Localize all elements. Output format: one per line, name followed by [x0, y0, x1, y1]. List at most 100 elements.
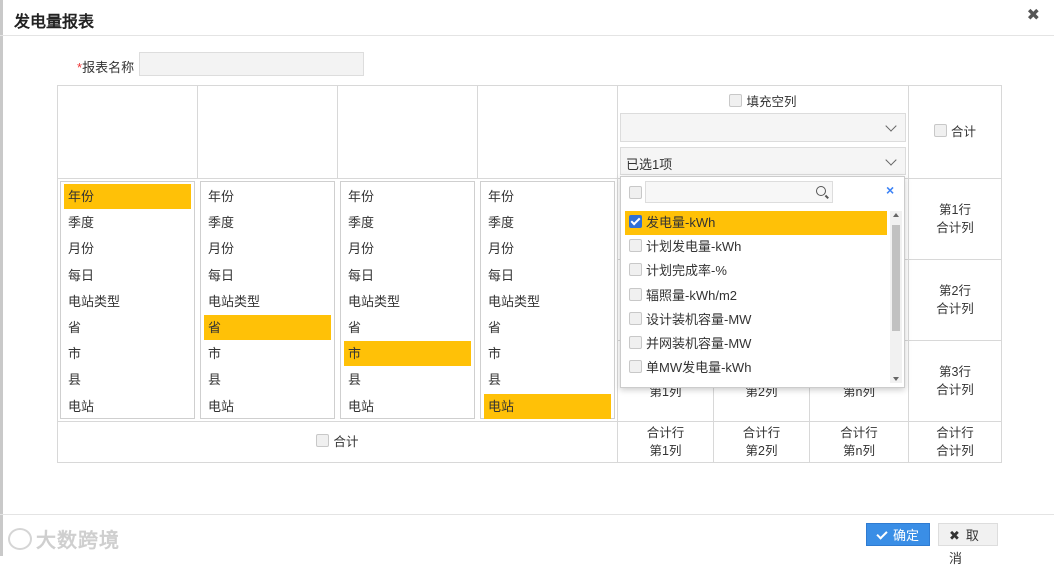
dropdown-option[interactable]: 辐照量-kWh/m2: [625, 284, 887, 308]
list-item[interactable]: 每日: [484, 263, 611, 288]
report-name-label: *报表名称: [77, 60, 135, 75]
option-checkbox[interactable]: [629, 215, 642, 228]
list-item[interactable]: 省: [484, 315, 611, 340]
list-item[interactable]: 县: [484, 367, 611, 392]
list-item[interactable]: 电站: [484, 393, 611, 419]
dropdown-option[interactable]: 并网装机容量-MW: [625, 332, 887, 356]
total-header-cell: 合计: [908, 85, 1002, 179]
option-checkbox[interactable]: [629, 263, 642, 277]
option-label: 计划完成率-%: [646, 263, 727, 279]
dimension-list-4: 年份 季度 月份 每日 电站类型省市县电站: [480, 181, 615, 419]
option-checkbox[interactable]: [629, 336, 642, 349]
list-item[interactable]: 市: [344, 341, 471, 367]
fill-empty-option[interactable]: 填充空列: [618, 91, 908, 110]
list-item[interactable]: 市: [64, 341, 191, 366]
total-row-coln: 合计行 第n列: [809, 421, 909, 463]
dropdown-scrollbar[interactable]: [890, 211, 902, 383]
watermark-logo-icon: [8, 528, 32, 550]
list-item[interactable]: 省: [344, 315, 471, 340]
list-item[interactable]: 电站类型: [344, 289, 471, 314]
report-name-input[interactable]: [139, 52, 364, 76]
list-item[interactable]: 季度: [204, 210, 331, 235]
chevron-down-icon: [885, 154, 897, 166]
dropdown-option[interactable]: 发电量-kWh: [625, 211, 887, 235]
list-item[interactable]: 季度: [64, 210, 191, 235]
total-row-col1: 合计行 第1列: [617, 421, 714, 463]
cancel-button[interactable]: ✖ 取消: [938, 523, 998, 566]
dropdown-option[interactable]: 计划完成率-%: [625, 259, 887, 283]
option-label: 发电量-kWh: [646, 215, 716, 230]
metric-select-2[interactable]: 已选1项: [620, 147, 906, 175]
list-item[interactable]: 年份: [484, 184, 611, 209]
list-item[interactable]: 季度: [484, 210, 611, 235]
list-item[interactable]: 电站类型: [484, 289, 611, 314]
watermark: 大数跨境: [8, 524, 120, 553]
row2-total-cell: 第2行 合计列: [908, 259, 1002, 341]
total-checkbox[interactable]: [933, 124, 947, 137]
list-item[interactable]: 市: [484, 341, 611, 366]
scroll-up-icon[interactable]: [893, 213, 899, 217]
dialog-title: 发电量报表: [14, 14, 95, 31]
list-item[interactable]: 省: [64, 315, 191, 340]
option-label: 单MW发电量-kWh: [646, 360, 752, 376]
list-item[interactable]: 月份: [64, 236, 191, 261]
close-icon: ✖: [949, 528, 960, 543]
dropdown-option[interactable]: 单MW发电量-kWh: [625, 356, 887, 380]
total-row-total: 合计行 合计列: [908, 421, 1002, 463]
metric-select-1[interactable]: [620, 113, 906, 142]
list-item[interactable]: 月份: [344, 236, 471, 261]
list-item[interactable]: 县: [204, 367, 331, 392]
list-item[interactable]: 季度: [344, 210, 471, 235]
option-label: 并网装机容量-MW: [646, 336, 752, 351]
dropdown-option[interactable]: 设计装机容量-MW: [625, 308, 887, 332]
option-checkbox[interactable]: [629, 311, 642, 325]
ok-button[interactable]: 确定: [866, 523, 930, 546]
bottom-total-option[interactable]: 合计: [316, 433, 359, 451]
list-item[interactable]: 电站: [344, 394, 471, 419]
header-divider: [0, 35, 1054, 36]
dimension-list-3: 年份 季度 月份 每日 电站类型省市县电站: [340, 181, 475, 419]
row1-total-cell: 第1行 合计列: [908, 178, 1002, 260]
list-item[interactable]: 县: [64, 367, 191, 392]
check-icon: [876, 528, 888, 540]
option-checkbox[interactable]: [629, 239, 642, 253]
list-item[interactable]: 县: [344, 367, 471, 392]
list-item[interactable]: 月份: [204, 236, 331, 261]
close-icon[interactable]: ✖: [1027, 5, 1040, 25]
list-item[interactable]: 年份: [204, 184, 331, 209]
list-item[interactable]: 每日: [64, 263, 191, 288]
bottom-total-cell: 合计: [57, 421, 618, 463]
list-item[interactable]: 电站: [204, 394, 331, 419]
list-item[interactable]: 每日: [204, 263, 331, 288]
header-cell-2: [197, 85, 338, 179]
list-item[interactable]: 月份: [484, 236, 611, 261]
list-item[interactable]: 省: [204, 315, 331, 340]
select-all-checkbox[interactable]: [629, 186, 642, 199]
clear-icon[interactable]: ×: [886, 182, 894, 198]
option-checkbox[interactable]: [629, 287, 642, 301]
bottom-total-checkbox[interactable]: [316, 434, 330, 447]
option-label: 计划发电量-kWh: [646, 239, 742, 255]
total-option[interactable]: 合计: [933, 123, 976, 141]
option-checkbox[interactable]: [629, 360, 642, 374]
option-label: 辐照量-kWh/m2: [646, 287, 738, 303]
fill-empty-checkbox[interactable]: [729, 94, 743, 107]
dropdown-search-input[interactable]: [645, 181, 833, 203]
window-edge: [0, 0, 3, 556]
list-item[interactable]: 市: [204, 341, 331, 366]
header-cell-4: [477, 85, 618, 179]
list-item[interactable]: 电站类型: [64, 289, 191, 314]
list-item[interactable]: 年份: [64, 184, 191, 209]
header-cell-1: [57, 85, 198, 179]
dropdown-option[interactable]: 计划发电量-kWh: [625, 235, 887, 259]
total-row-col2: 合计行 第2列: [713, 421, 810, 463]
metric-dropdown: × 发电量-kWh 计划发电量-kWh 计划完成率-% 辐照量-kWh/m2 设计装机容…: [620, 176, 905, 388]
list-item[interactable]: 电站类型: [204, 289, 331, 314]
list-item[interactable]: 年份: [344, 184, 471, 209]
scroll-down-icon[interactable]: [893, 377, 899, 381]
row3-total-cell: 第3行 合计列: [908, 340, 1002, 422]
list-item[interactable]: 电站: [64, 394, 191, 419]
dimension-list-1: 年份 季度 月份 每日 电站类型省市县电站: [60, 181, 195, 419]
list-item[interactable]: 每日: [344, 263, 471, 288]
scroll-thumb[interactable]: [892, 225, 900, 331]
